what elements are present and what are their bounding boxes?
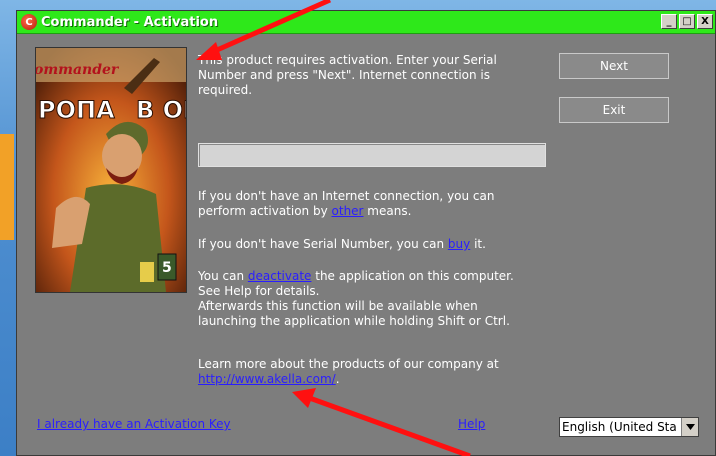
no-internet-paragraph: If you don't have an Internet connection…	[198, 189, 538, 219]
game-cover-image: ommander РОПА В ОГ 5	[35, 47, 187, 293]
no-serial-suffix: it.	[470, 237, 486, 251]
url-period: .	[335, 372, 340, 386]
intro-text: This product requires activation. Enter …	[198, 53, 497, 97]
other-means-link[interactable]: other	[332, 204, 364, 218]
language-value: English (United Sta	[562, 420, 677, 434]
maximize-icon[interactable]: □	[679, 14, 695, 29]
cover-title-text: ommander	[36, 62, 120, 78]
deactivate-paragraph: You can deactivate the application on th…	[198, 269, 558, 329]
serial-number-input[interactable]	[198, 143, 546, 167]
app-icon: C	[21, 14, 37, 30]
learn-more-text: Learn more about the products of our com…	[198, 357, 499, 371]
deactivate-text: You can	[198, 269, 248, 283]
deactivate-link[interactable]: deactivate	[248, 269, 312, 283]
buy-link[interactable]: buy	[448, 237, 470, 251]
learn-more-paragraph: Learn more about the products of our com…	[198, 357, 558, 387]
window-controls: _ □ X	[661, 14, 713, 29]
cover-text-left: РОПА	[38, 96, 115, 124]
activation-window: C Commander - Activation _ □ X ommander …	[16, 10, 716, 456]
next-button[interactable]: Next	[559, 53, 669, 79]
no-internet-suffix: means.	[363, 204, 412, 218]
background-accent	[0, 134, 14, 240]
title-bar[interactable]: C Commander - Activation _ □ X	[17, 11, 715, 34]
activation-key-link[interactable]: I already have an Activation Key	[37, 417, 231, 431]
deactivate-shift-ctrl-line: launching the application while holding …	[198, 314, 510, 328]
close-icon[interactable]: X	[697, 14, 713, 29]
company-url-link[interactable]: http://www.akella.com/	[198, 372, 336, 386]
chevron-down-icon[interactable]	[681, 418, 698, 436]
deactivate-suffix: the application on this computer.	[311, 269, 514, 283]
help-link[interactable]: Help	[458, 417, 485, 431]
deactivate-help-line: See Help for details.	[198, 284, 320, 298]
no-serial-text: If you don't have Serial Number, you can	[198, 237, 448, 251]
window-title: Commander - Activation	[41, 14, 219, 30]
cover-text-right: В ОГ	[136, 96, 186, 124]
minimize-icon[interactable]: _	[661, 14, 677, 29]
deactivate-afterwards-line: Afterwards this function will be availab…	[198, 299, 478, 313]
language-select[interactable]: English (United Sta	[559, 417, 699, 437]
no-serial-paragraph: If you don't have Serial Number, you can…	[198, 237, 538, 252]
exit-button[interactable]: Exit	[559, 97, 669, 123]
cover-badge-5: 5	[162, 260, 172, 276]
